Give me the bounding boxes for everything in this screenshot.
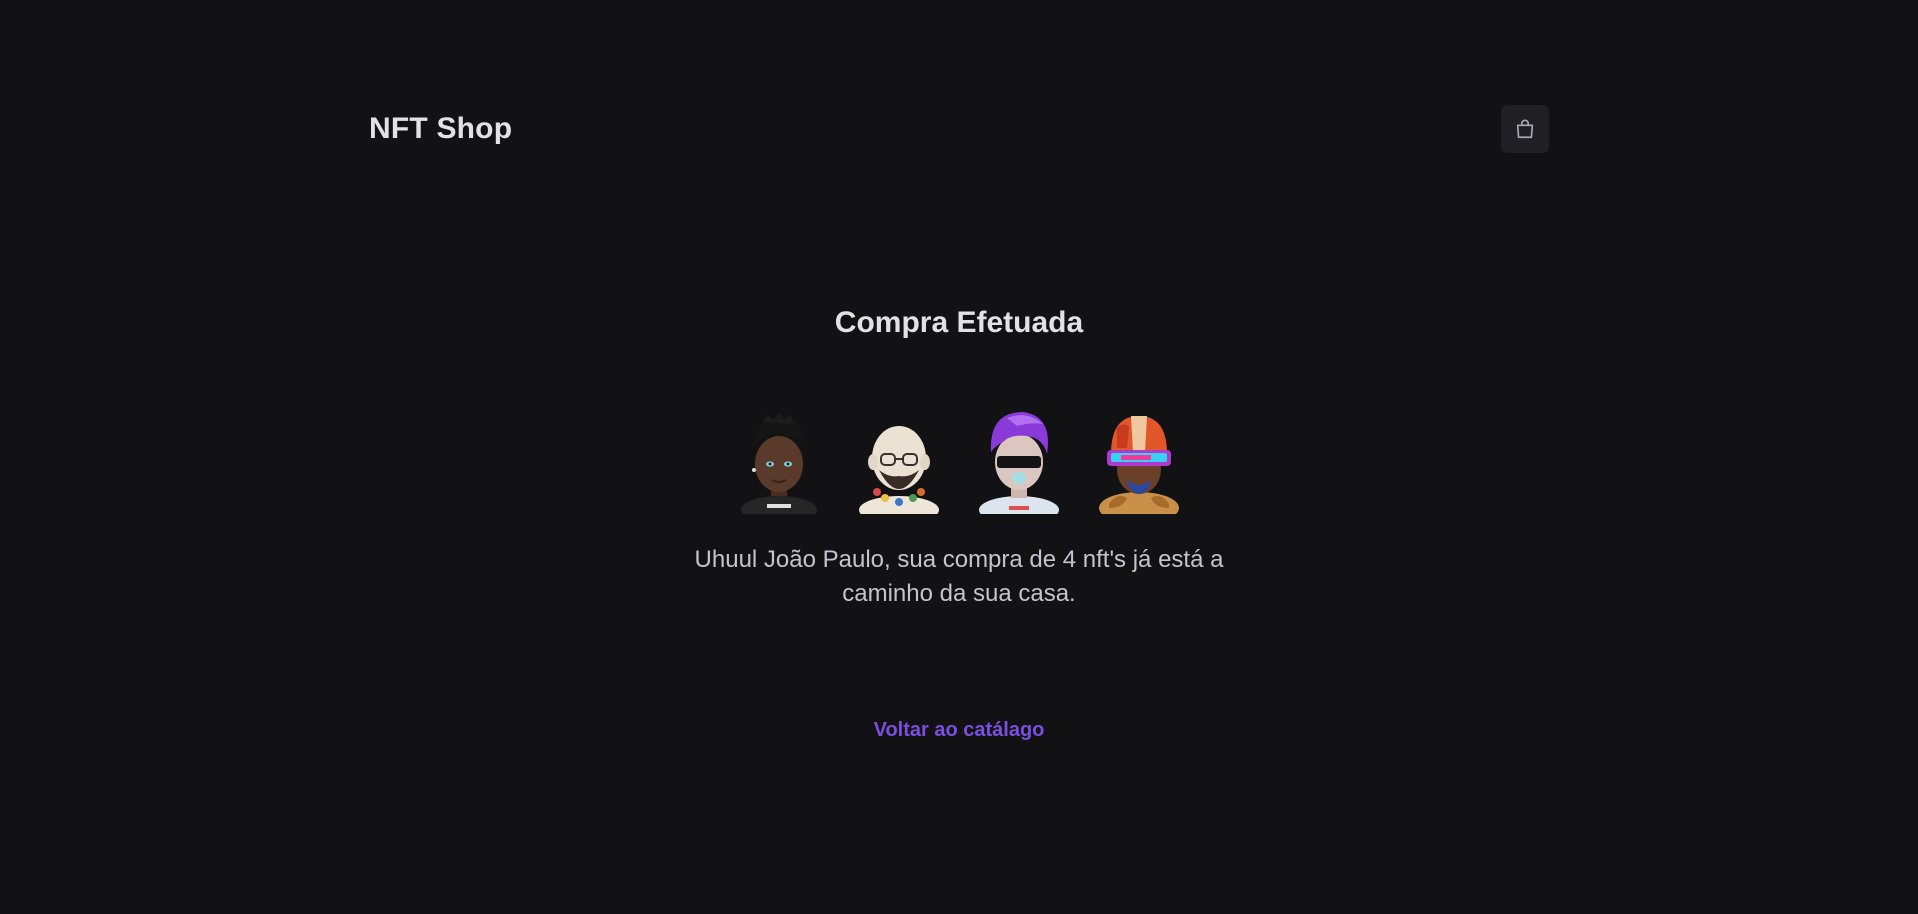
nft-avatar-1: [727, 408, 831, 514]
back-to-catalog-link[interactable]: Voltar ao catálago: [874, 719, 1045, 742]
nft-avatar-4: [1087, 408, 1191, 514]
cart-button[interactable]: [1501, 105, 1549, 153]
header: NFT Shop: [369, 104, 1549, 154]
nft-avatar-2: [847, 408, 951, 514]
page-title: Compra Efetuada: [834, 306, 1084, 339]
success-page: NFT Shop Compra Efetuada Uhuul João Paul…: [0, 0, 1918, 914]
nft-avatar-3: [967, 408, 1071, 514]
success-message: Uhuul João Paulo, sua compra de 4 nft's …: [694, 546, 1224, 607]
main-content: Compra Efetuada Uhuul João Paulo, sua co…: [0, 300, 1918, 742]
purchased-nfts: [727, 408, 1191, 514]
logo[interactable]: NFT Shop: [369, 112, 512, 146]
shopping-bag-icon: [1514, 118, 1536, 140]
